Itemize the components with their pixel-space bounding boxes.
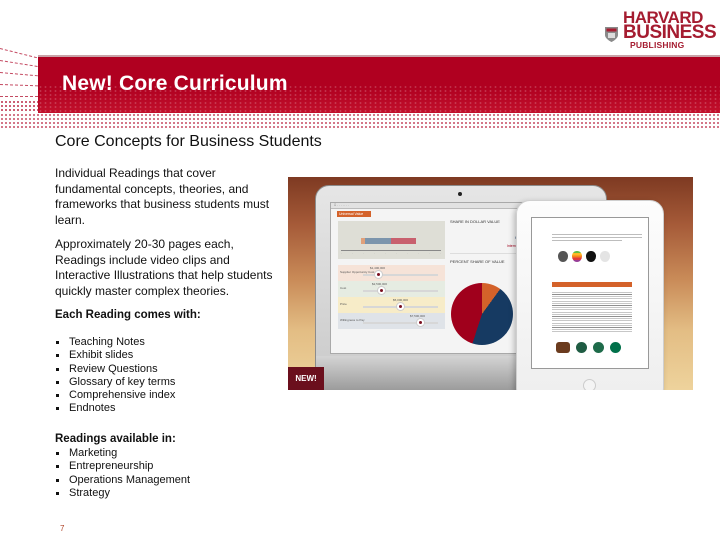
- slider-handle[interactable]: [375, 271, 382, 278]
- harvard-shield-icon: [605, 27, 618, 42]
- apple-logo-icon: [572, 251, 582, 262]
- slider-value: $7,500,000: [410, 314, 426, 318]
- bar-axis-ticks: · · · · · · · · · ·: [341, 252, 441, 255]
- slider-handle[interactable]: [378, 287, 385, 294]
- slider-row: Supplier Opportunity Cost $1,400,000: [338, 265, 445, 281]
- each-reading-list: Teaching Notes Exhibit slides Review Que…: [55, 336, 175, 416]
- page-title: New! Core Curriculum: [62, 72, 288, 95]
- slider-value: $5,000,000: [393, 298, 409, 302]
- section-subtitle: Core Concepts for Business Students: [55, 133, 322, 150]
- percent-share-pie: [451, 283, 513, 345]
- slider-row: Cost $2,500,000: [338, 281, 445, 297]
- tablet-screen: [531, 217, 649, 369]
- list-item: Marketing: [55, 447, 190, 460]
- harvard-business-publishing-logo: HARVARD BUSINESS PUBLISHING: [605, 8, 717, 50]
- decorative-dash: [0, 60, 38, 67]
- apple-logo-icon: [558, 251, 568, 262]
- slider-label: Cost: [340, 286, 347, 290]
- list-item: Review Questions: [55, 363, 175, 376]
- screen-tag: Universal Value: [337, 211, 371, 217]
- list-item: Strategy: [55, 487, 190, 500]
- new-badge: NEW!: [288, 367, 324, 390]
- list-item: Endnotes: [55, 402, 175, 415]
- tablet-home-button: [583, 379, 596, 390]
- apple-logo-icon: [586, 251, 596, 262]
- decorative-dash: [0, 96, 38, 97]
- tablet-section-bar: [552, 282, 632, 287]
- details-paragraph: Approximately 20-30 pages each, Readings…: [55, 237, 273, 298]
- starbucks-logo-icon: [576, 342, 587, 353]
- starbucks-logos: [556, 342, 621, 353]
- bar-segment-price: [390, 238, 416, 244]
- slider-label: Willingness to Pay: [340, 318, 365, 322]
- slider-handle[interactable]: [417, 319, 424, 326]
- decorative-dash: [0, 48, 37, 59]
- bar-axis: [341, 250, 441, 251]
- tablet-body-text: [552, 292, 632, 334]
- value-bar-panel: · · · · · · · · · ·: [338, 221, 445, 259]
- each-reading-heading: Each Reading comes with:: [55, 309, 201, 321]
- available-heading: Readings available in:: [55, 433, 176, 445]
- list-item: Comprehensive index: [55, 389, 175, 402]
- stacked-bar: [361, 238, 416, 244]
- tablet-illustration: [516, 200, 664, 390]
- page-number: 7: [60, 524, 65, 533]
- slider-panel: Supplier Opportunity Cost $1,400,000 Cos…: [338, 265, 445, 331]
- starbucks-logo-icon: [593, 342, 604, 353]
- bar-segment-cost: [365, 238, 391, 244]
- slider-row: Willingness to Pay $7,500,000: [338, 313, 445, 329]
- decorative-dot-strip: [0, 113, 720, 129]
- list-item: Entrepreneurship: [55, 460, 190, 473]
- apple-logo-icon: [600, 251, 610, 262]
- camera-icon: [458, 192, 462, 196]
- list-item: Operations Management: [55, 474, 190, 487]
- exhibit-logos: [558, 251, 610, 262]
- slider-label: Price: [340, 302, 347, 306]
- intro-paragraph: Individual Readings that cover fundament…: [55, 166, 270, 227]
- available-list: Marketing Entrepreneurship Operations Ma…: [55, 447, 190, 500]
- list-item: Teaching Notes: [55, 336, 175, 349]
- slider-value: $2,500,000: [372, 282, 388, 286]
- decorative-dash: [0, 84, 38, 87]
- slider-value: $1,400,000: [370, 266, 386, 270]
- list-item: Exhibit slides: [55, 349, 175, 362]
- starbucks-logo-icon: [610, 342, 621, 353]
- list-item: Glossary of key terms: [55, 376, 175, 389]
- decorative-dash: [0, 72, 38, 77]
- logo-publishing: PUBLISHING: [630, 40, 685, 50]
- starbucks-logo-icon: [556, 342, 570, 353]
- slider-row: Price $5,000,000: [338, 297, 445, 313]
- slider-handle[interactable]: [397, 303, 404, 310]
- product-promo-image:  · · · · · · · Universal Value ········…: [288, 177, 693, 390]
- decorative-dots: [0, 100, 38, 113]
